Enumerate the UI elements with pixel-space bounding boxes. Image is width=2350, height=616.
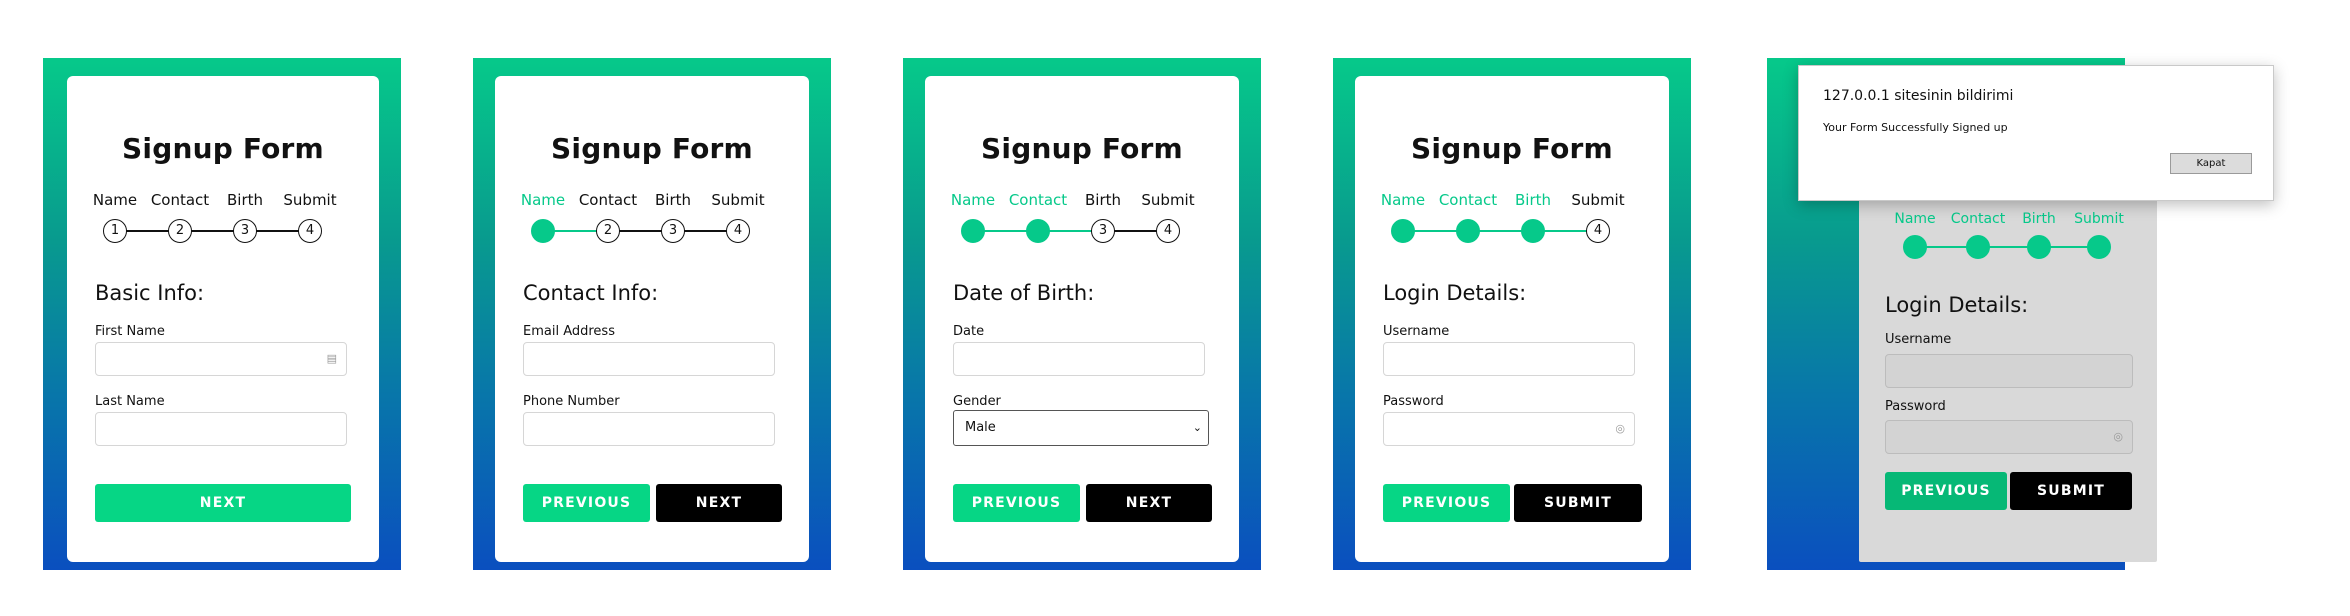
signup-panel-3: Signup Form Name Contact Birth Submit 1 …: [903, 58, 1261, 570]
step-circle-1: 1: [531, 219, 555, 243]
username-label: Username: [1383, 324, 1450, 339]
form-title: Signup Form: [551, 132, 753, 165]
next-button[interactable]: NEXT: [656, 484, 782, 522]
progress-track: 1 2 3 4: [95, 218, 351, 244]
password-input[interactable]: ◎: [1885, 420, 2133, 454]
username-input[interactable]: [1885, 354, 2133, 388]
section-title: Basic Info:: [95, 281, 205, 305]
step-label-submit: Submit: [711, 191, 765, 209]
progress-labels: Name Contact Birth Submit: [951, 191, 1211, 209]
username-input[interactable]: [1383, 342, 1635, 376]
progress-labels: Name Contact Birth Submit: [1381, 191, 1641, 209]
step-circle-3: 3: [2027, 235, 2051, 259]
signup-panel-4: Signup Form Name Contact Birth Submit 1 …: [1333, 58, 1691, 570]
form-title: Signup Form: [122, 132, 324, 165]
email-label: Email Address: [523, 324, 615, 339]
dialog-title: 127.0.0.1 sitesinin bildirimi: [1823, 88, 2014, 104]
step-circle-4: 4: [1156, 219, 1180, 243]
section-title: Contact Info:: [523, 281, 659, 305]
previous-button[interactable]: PREVIOUS: [523, 484, 650, 522]
step-circle-2: 2: [1026, 219, 1050, 243]
step-circle-3: 3: [1091, 219, 1115, 243]
signup-panel-1: Signup Form Name Contact Birth Submit 1 …: [43, 58, 401, 570]
step-circle-1: 1: [961, 219, 985, 243]
step-circle-3: 3: [233, 219, 257, 243]
progress-labels: Name Contact Birth Submit: [521, 191, 781, 209]
step-circle-4: 4: [2087, 235, 2111, 259]
date-label: Date: [953, 324, 985, 339]
previous-button[interactable]: PREVIOUS: [1885, 472, 2007, 510]
step-circle-4: 4: [726, 219, 750, 243]
step-circle-3: 3: [661, 219, 685, 243]
password-input[interactable]: ◎: [1383, 412, 1635, 446]
submit-button[interactable]: SUBMIT: [1514, 484, 1642, 522]
first-name-label: First Name: [95, 324, 165, 339]
form-title: Signup Form: [1411, 132, 1613, 165]
step-circle-2: 2: [1966, 235, 1990, 259]
next-button[interactable]: NEXT: [95, 484, 351, 522]
section-title: Login Details:: [1383, 281, 1527, 305]
password-label: Password: [1383, 394, 1444, 409]
phone-label: Phone Number: [523, 394, 620, 409]
username-label: Username: [1885, 332, 1952, 347]
chevron-down-icon: ⌄: [1192, 421, 1202, 434]
step-circle-1: 1: [103, 219, 127, 243]
last-name-label: Last Name: [95, 394, 165, 409]
list-icon: ▤: [326, 352, 337, 365]
previous-button[interactable]: PREVIOUS: [1383, 484, 1510, 522]
step-label-submit: Submit: [283, 191, 337, 209]
step-circle-4: 4: [1586, 219, 1610, 243]
dialog-message: Your Form Successfully Signed up: [1823, 121, 2008, 134]
key-icon: ◎: [2113, 430, 2123, 443]
gender-select[interactable]: Male ⌄: [953, 410, 1209, 446]
form-title: Signup Form: [981, 132, 1183, 165]
step-circle-4: 4: [298, 219, 322, 243]
date-input[interactable]: [953, 342, 1205, 376]
step-circle-2: 2: [1456, 219, 1480, 243]
submit-button[interactable]: SUBMIT: [2010, 472, 2132, 510]
gender-label: Gender: [953, 394, 1001, 409]
progress-labels: Name Contact Birth Submit: [93, 191, 351, 209]
step-circle-3: 3: [1521, 219, 1545, 243]
section-title: Login Details:: [1885, 293, 2029, 317]
dialog-close-button[interactable]: Kapat: [2170, 153, 2252, 174]
section-title: Date of Birth:: [953, 281, 1095, 305]
next-button[interactable]: NEXT: [1086, 484, 1212, 522]
progress-labels: Name Contact Birth Submit: [1881, 211, 2135, 229]
step-circle-1: 1: [1391, 219, 1415, 243]
progress-track: 1 2 3 4: [1881, 234, 2135, 260]
previous-button[interactable]: PREVIOUS: [953, 484, 1080, 522]
step-label-submit: Submit: [1571, 191, 1625, 209]
step-circle-1: 1: [1903, 235, 1927, 259]
last-name-input[interactable]: [95, 412, 347, 446]
step-circle-2: 2: [596, 219, 620, 243]
first-name-input[interactable]: ▤: [95, 342, 347, 376]
progress-track: 1 2 3 4: [953, 218, 1211, 244]
form-card: Signup Form Name Contact Birth Submit 1 …: [925, 76, 1239, 562]
step-circle-2: 2: [168, 219, 192, 243]
form-card: Signup Form Name Contact Birth Submit 1 …: [67, 76, 379, 562]
signup-panel-2: Signup Form Name Contact Birth Submit 1 …: [473, 58, 831, 570]
step-label-submit: Submit: [2074, 211, 2124, 227]
phone-input[interactable]: [523, 412, 775, 446]
form-card: Signup Form Name Contact Birth Submit 1 …: [1355, 76, 1669, 562]
alert-dialog: 127.0.0.1 sitesinin bildirimi Your Form …: [1798, 65, 2274, 201]
progress-track: 1 2 3 4: [1383, 218, 1641, 244]
step-label-submit: Submit: [1141, 191, 1195, 209]
password-label: Password: [1885, 399, 1946, 414]
email-input[interactable]: [523, 342, 775, 376]
gender-selected-value: Male: [965, 420, 996, 435]
key-icon: ◎: [1615, 422, 1625, 435]
form-card: Signup Form Name Contact Birth Submit 1 …: [495, 76, 809, 562]
progress-track: 1 2 3 4: [523, 218, 781, 244]
